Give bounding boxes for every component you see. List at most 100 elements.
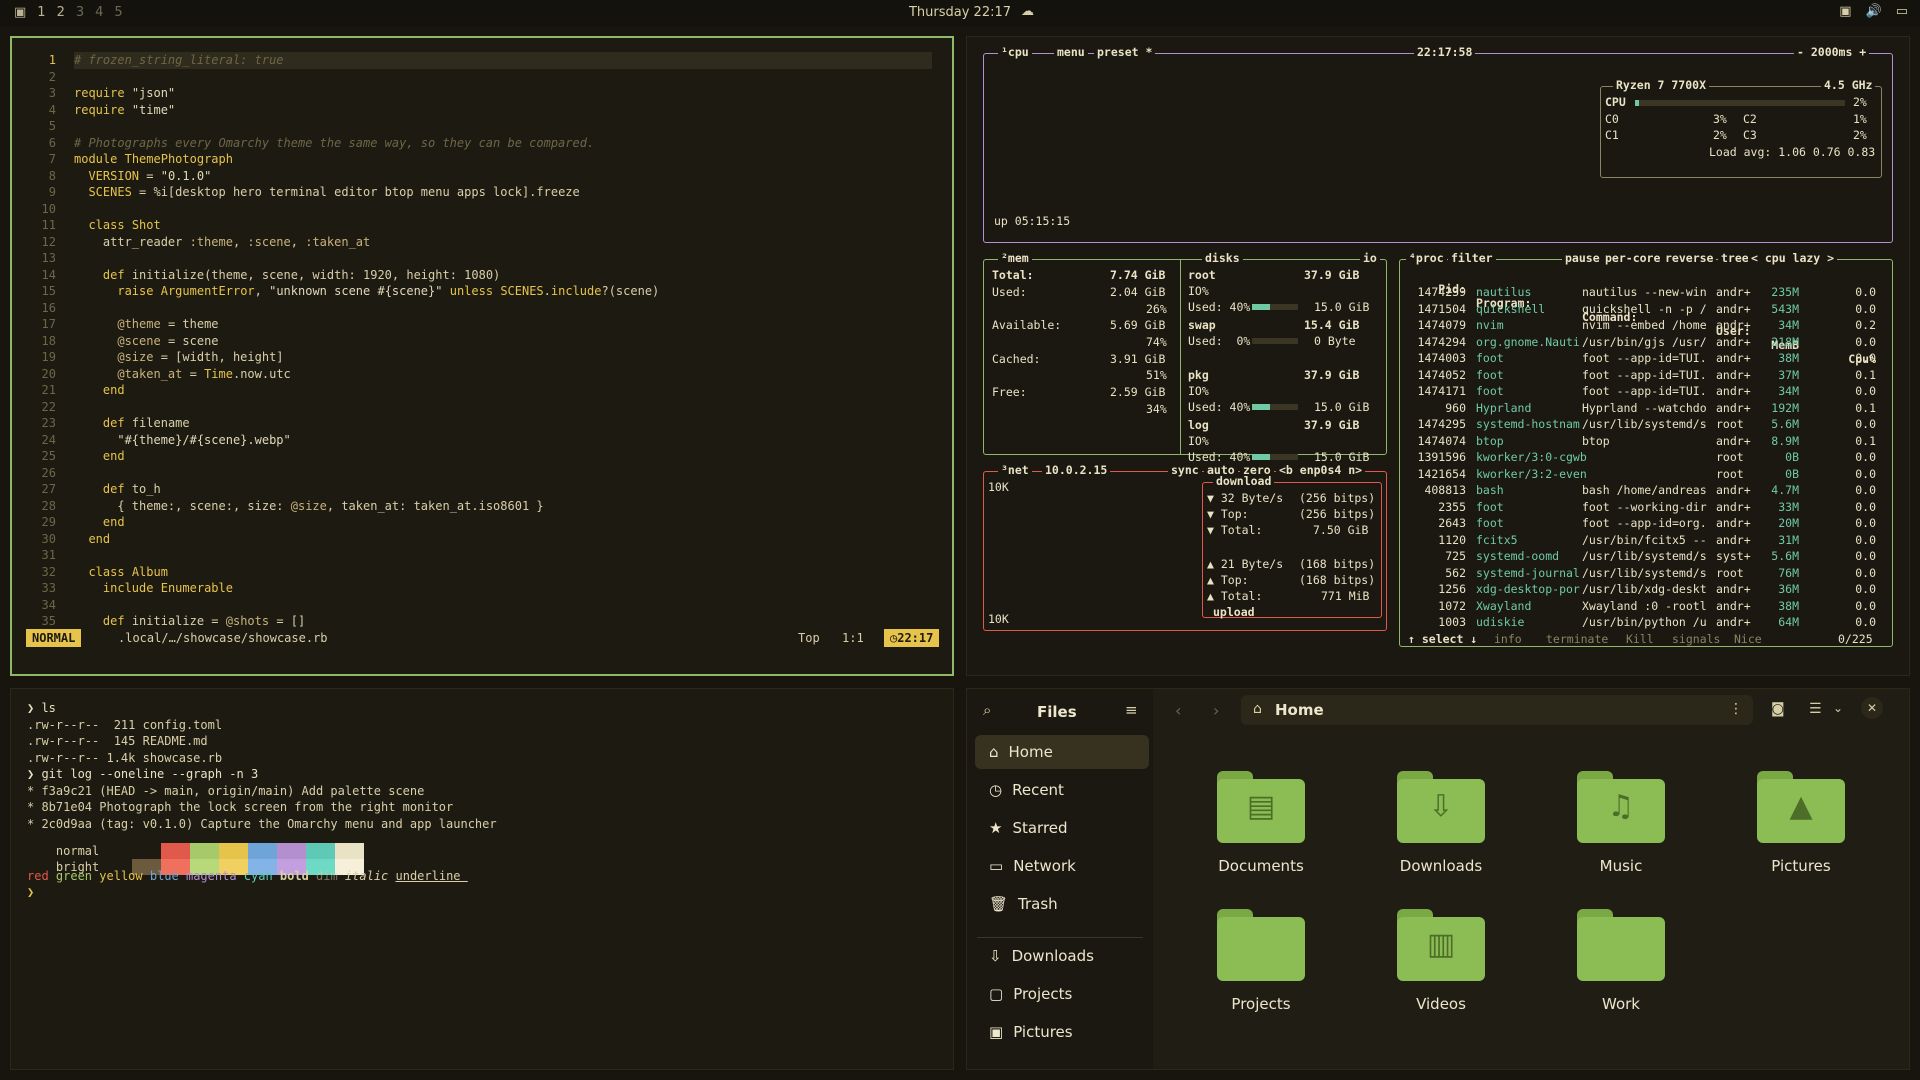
proc-percore[interactable]: per-core — [1602, 251, 1664, 265]
table-row[interactable]: 1474074 btop btop andr+ 8.9M 0.1 — [1406, 434, 1886, 451]
workspace-4[interactable]: 4 — [95, 5, 103, 20]
close-button[interactable]: ✕ — [1861, 697, 1883, 719]
code-line[interactable]: 8 VERSION = "0.1.0" — [12, 168, 952, 185]
volume-icon[interactable]: 🔊 — [1866, 4, 1882, 19]
workspace-1[interactable]: 1 — [37, 5, 45, 20]
code-line[interactable]: 12 attr_reader :theme, :scene, :taken_at — [12, 234, 952, 251]
code-line[interactable]: 7 module ThemePhotograph — [12, 151, 952, 168]
cpu-menu[interactable]: menu — [1054, 45, 1088, 59]
table-row[interactable]: 562 systemd-journal/usr/lib/systemd/s root… — [1406, 566, 1886, 583]
net-title[interactable]: ³net — [998, 463, 1032, 477]
workspace-3[interactable]: 3 — [76, 5, 84, 20]
folder-label[interactable]: Downloads — [1361, 857, 1521, 875]
table-row[interactable]: 1471504 quickshell quickshell -n -p / andr+… — [1406, 302, 1886, 319]
table-row[interactable]: 1474171 foot foot --app-id=TUI. andr+ 34M 0.0 — [1406, 384, 1886, 401]
code-line[interactable]: 25 end — [12, 448, 952, 465]
code-line[interactable]: 16 — [12, 300, 952, 317]
net-sync[interactable]: sync — [1168, 463, 1202, 477]
sidebar-item-downloads[interactable]: ⇩ Downloads — [975, 939, 1149, 973]
proc-nice[interactable]: Nice — [1734, 632, 1762, 646]
table-row[interactable]: 1474079 nvim nvim --embed /home andr+ 34M 0.2 — [1406, 318, 1886, 335]
proc-pause[interactable]: pause — [1562, 251, 1603, 265]
cpu-interval[interactable]: - 2000ms + — [1794, 45, 1870, 59]
table-row[interactable]: 1474239 nautilus nautilus --new-win andr+ 23… — [1406, 285, 1886, 302]
code-view[interactable]: 1 # frozen_string_literal: true 2 3 require … — [12, 52, 952, 630]
projects-folder-icon[interactable] — [1217, 909, 1305, 981]
proc-info[interactable]: info — [1494, 632, 1522, 646]
code-line[interactable]: 29 end — [12, 514, 952, 531]
folder-label[interactable]: Pictures — [1721, 857, 1881, 875]
code-line[interactable]: 30 end — [12, 531, 952, 548]
table-row[interactable]: 1421654 kworker/3:2-even root 0B 0.0 — [1406, 467, 1886, 484]
code-line[interactable]: 21 end — [12, 382, 952, 399]
cpu-title[interactable]: ¹cpu — [998, 45, 1032, 59]
net-iface[interactable]: <b enp0s4 n> — [1276, 463, 1366, 477]
back-button[interactable]: ‹ — [1175, 701, 1181, 720]
proc-reverse[interactable]: reverse — [1662, 251, 1717, 265]
cpu-preset[interactable]: preset * — [1094, 45, 1156, 59]
code-line[interactable]: 6 # Photographs every Omarchy theme the s… — [12, 135, 952, 152]
code-line[interactable]: 1 # frozen_string_literal: true — [12, 52, 952, 69]
table-row[interactable]: 960 Hyprland Hyprland --watchdo andr+ 192M 0.… — [1406, 401, 1886, 418]
code-line[interactable]: 23 def filename — [12, 415, 952, 432]
display-icon[interactable]: ▭ — [1896, 4, 1908, 19]
proc-signals[interactable]: signals — [1672, 632, 1720, 646]
code-line[interactable]: 14 def initialize(theme, scene, width: 1… — [12, 267, 952, 284]
code-line[interactable]: 2 — [12, 69, 952, 86]
code-line[interactable]: 11 class Shot — [12, 217, 952, 234]
code-line[interactable]: 22 — [12, 399, 952, 416]
code-line[interactable]: 33 include Enumerable — [12, 580, 952, 597]
documents-folder-icon[interactable]: ▤ — [1217, 771, 1305, 843]
search-icon[interactable]: ⌕ — [983, 701, 991, 719]
list-view-icon[interactable]: ☰ — [1809, 701, 1822, 717]
location-bar[interactable]: ⌂ Home ⋮ — [1241, 695, 1753, 725]
code-line[interactable]: 3 require "json" — [12, 85, 952, 102]
code-line[interactable]: 5 — [12, 118, 952, 135]
workspace-5[interactable]: 5 — [114, 5, 122, 20]
io-title[interactable]: io — [1360, 251, 1380, 265]
music-folder-icon[interactable]: ♫ — [1577, 771, 1665, 843]
code-line[interactable]: 17 @theme = theme — [12, 316, 952, 333]
files-window[interactable]: ⌕ Files ≡ ⌂ Home ◷ Recent ★ Starred ▭ Network 🗑 T… — [966, 688, 1910, 1070]
table-row[interactable]: 1474295 systemd-hostnam/usr/lib/systemd/s… — [1406, 417, 1886, 434]
proc-select[interactable]: ↑ select ↓ — [1408, 632, 1477, 646]
code-line[interactable]: 15 raise ArgumentError, "unknown scene #… — [12, 283, 952, 300]
code-line[interactable]: 20 @taken_at = Time.now.utc — [12, 366, 952, 383]
sidebar-item-recent[interactable]: ◷ Recent — [975, 773, 1149, 807]
sidebar-item-home[interactable]: ⌂ Home — [975, 735, 1149, 769]
disks-title[interactable]: disks — [1202, 251, 1243, 265]
table-row[interactable]: 1120 fcitx5/usr/bin/fcitx5 -- andr+ 31M 0.0 — [1406, 533, 1886, 550]
code-line[interactable]: 24 "#{theme}/#{scene}.webp" — [12, 432, 952, 449]
proc-filter[interactable]: filter — [1448, 251, 1496, 265]
proc-terminate[interactable]: terminate — [1546, 632, 1608, 646]
table-row[interactable]: 1072 Xwayland Xwayland :0 -rootl andr+ 38M 0.… — [1406, 599, 1886, 616]
menu-icon[interactable]: ≡ — [1125, 701, 1138, 719]
workspace-2[interactable]: 2 — [57, 5, 65, 20]
chevron-down-icon[interactable]: ⌄ — [1833, 701, 1843, 715]
folder-label[interactable]: Music — [1541, 857, 1701, 875]
table-row[interactable]: 1256 xdg-desktop-por/usr/lib/xdg-deskt and… — [1406, 582, 1886, 599]
proc-sort[interactable]: < cpu lazy > — [1748, 251, 1838, 265]
table-row[interactable]: 1003 udiskie/usr/bin/python /u andr+ 64M 0.0 — [1406, 615, 1886, 632]
proc-title[interactable]: ⁴proc — [1406, 251, 1447, 265]
table-row[interactable]: 408813 bash bash /home/andreas andr+ 4.7M 0.0 — [1406, 483, 1886, 500]
editor-pane[interactable]: 1 # frozen_string_literal: true 2 3 require … — [10, 36, 954, 676]
code-line[interactable]: 26 — [12, 465, 952, 482]
clock[interactable]: Thursday 22:17 — [900, 5, 1020, 20]
downloads-folder-icon[interactable]: ⇩ — [1397, 771, 1485, 843]
sidebar-item-network[interactable]: ▭ Network — [975, 849, 1149, 883]
code-line[interactable]: 9 SCENES = %i[desktop hero terminal edit… — [12, 184, 952, 201]
code-line[interactable]: 28 { theme:, scene:, size: @size, taken_… — [12, 498, 952, 515]
folder-label[interactable]: Documents — [1181, 857, 1341, 875]
table-row[interactable]: 1474003 foot foot --app-id=TUI. andr+ 38M 0.0 — [1406, 351, 1886, 368]
sidebar-item-pictures[interactable]: ▣ Pictures — [975, 1015, 1149, 1049]
apps-icon[interactable]: ▣ — [14, 5, 26, 20]
cloud-icon[interactable]: ☁ — [1021, 4, 1034, 19]
code-line[interactable]: 13 — [12, 250, 952, 267]
folder-label[interactable]: Projects — [1181, 995, 1341, 1013]
sidebar-item-projects[interactable]: ▢ Projects — [975, 977, 1149, 1011]
table-row[interactable]: 1474052 foot foot --app-id=TUI. andr+ 37M 0.1 — [1406, 368, 1886, 385]
code-line[interactable]: 31 — [12, 547, 952, 564]
table-row[interactable]: 2643 foot foot --app-id=org. andr+ 20M 0.0 — [1406, 516, 1886, 533]
sidebar-item-starred[interactable]: ★ Starred — [975, 811, 1149, 845]
